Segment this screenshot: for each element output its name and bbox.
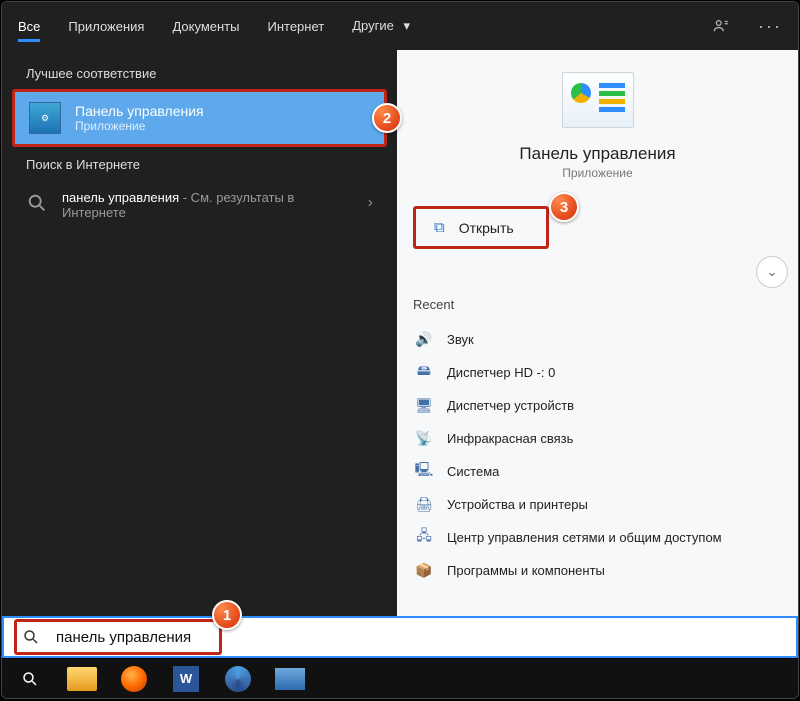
best-match-title: Панель управления xyxy=(75,103,204,119)
search-filter-tabs: Все Приложения Документы Интернет Другие… xyxy=(2,2,798,50)
taskbar-app[interactable] xyxy=(268,663,312,695)
taskbar-firefox[interactable] xyxy=(112,663,156,695)
printer-icon: 🖨 xyxy=(415,495,433,513)
search-icon xyxy=(22,628,40,646)
tab-internet[interactable]: Интернет xyxy=(267,5,324,48)
taskbar-search-button[interactable] xyxy=(8,663,52,695)
preview-title: Панель управления xyxy=(519,144,675,164)
section-web-search: Поиск в Интернете xyxy=(2,147,397,180)
recent-item-label: Устройства и принтеры xyxy=(447,497,588,512)
recent-item-sound[interactable]: 🔊 Звук xyxy=(413,324,782,354)
chevron-down-icon: ▾ xyxy=(403,18,410,33)
search-icon xyxy=(21,670,39,688)
callout-3: 3 xyxy=(549,192,579,222)
web-search-result[interactable]: панель управления - См. результаты в Инт… xyxy=(2,180,397,230)
search-bar-wrap: 1 xyxy=(2,616,798,658)
network-icon: 🖧 xyxy=(415,528,433,546)
taskbar-word[interactable]: W xyxy=(164,663,208,695)
expand-button[interactable]: ⌄ xyxy=(756,256,788,288)
search-icon xyxy=(26,192,48,214)
open-label: Открыть xyxy=(459,220,514,236)
preview-panel: Панель управления Приложение ⧉ Открыть 3… xyxy=(397,50,798,616)
taskbar-chromium[interactable] xyxy=(216,663,260,695)
chromium-icon xyxy=(225,666,251,692)
word-icon: W xyxy=(173,666,199,692)
section-best-match: Лучшее соответствие xyxy=(2,56,397,89)
chevron-right-icon: › xyxy=(368,190,373,212)
programs-icon: 📦 xyxy=(415,561,433,579)
best-match-result[interactable]: ⚙ Панель управления Приложение 2 xyxy=(12,89,387,147)
chevron-down-icon: ⌄ xyxy=(767,264,778,280)
app-icon xyxy=(275,668,305,690)
tab-apps[interactable]: Приложения xyxy=(68,5,144,48)
recent-item-devices-printers[interactable]: 🖨 Устройства и принтеры xyxy=(413,489,782,519)
explorer-icon xyxy=(67,667,97,691)
device-manager-icon: 🖥 xyxy=(415,396,433,414)
recent-label: Recent xyxy=(413,297,782,312)
results-panel: Лучшее соответствие ⚙ Панель управления … xyxy=(2,50,397,616)
tab-all[interactable]: Все xyxy=(18,5,40,48)
hd-manager-icon: 🖴 xyxy=(415,363,433,381)
recent-item-hd-manager[interactable]: 🖴 Диспетчер HD -: 0 xyxy=(413,357,782,387)
taskbar-explorer[interactable] xyxy=(60,663,104,695)
recent-item-label: Диспетчер устройств xyxy=(447,398,574,413)
infrared-icon: 📡 xyxy=(415,429,433,447)
recent-item-label: Инфракрасная связь xyxy=(447,431,573,446)
open-icon: ⧉ xyxy=(434,219,445,236)
web-query: панель управления xyxy=(62,190,179,205)
recent-item-network-center[interactable]: 🖧 Центр управления сетями и общим доступо… xyxy=(413,522,782,552)
taskbar: W xyxy=(2,658,798,698)
best-match-subtitle: Приложение xyxy=(75,119,204,133)
system-icon: 🖳 xyxy=(415,462,433,480)
recent-item-programs[interactable]: 📦 Программы и компоненты xyxy=(413,555,782,585)
tab-more[interactable]: Другие ▾ xyxy=(352,4,410,48)
more-options-icon[interactable]: ··· xyxy=(758,16,782,37)
recent-item-label: Программы и компоненты xyxy=(447,563,605,578)
control-panel-large-icon xyxy=(562,72,634,128)
control-panel-icon: ⚙ xyxy=(29,102,61,134)
recent-item-infrared[interactable]: 📡 Инфракрасная связь xyxy=(413,423,782,453)
search-input[interactable] xyxy=(56,629,778,646)
search-bar[interactable] xyxy=(2,616,798,658)
recent-item-label: Система xyxy=(447,464,499,479)
tab-more-label: Другие xyxy=(352,18,394,33)
recent-list: 🔊 Звук 🖴 Диспетчер HD -: 0 🖥 Диспетчер устр… xyxy=(413,324,782,585)
recent-item-label: Центр управления сетями и общим доступом xyxy=(447,530,722,545)
open-button[interactable]: ⧉ Открыть xyxy=(413,206,549,249)
recent-item-device-manager[interactable]: 🖥 Диспетчер устройств xyxy=(413,390,782,420)
firefox-icon xyxy=(121,666,147,692)
sound-icon: 🔊 xyxy=(415,330,433,348)
tab-documents[interactable]: Документы xyxy=(172,5,239,48)
recent-item-label: Диспетчер HD -: 0 xyxy=(447,365,555,380)
recent-item-label: Звук xyxy=(447,332,474,347)
feedback-icon[interactable] xyxy=(712,17,730,35)
preview-subtitle: Приложение xyxy=(562,166,632,180)
recent-item-system[interactable]: 🖳 Система xyxy=(413,456,782,486)
